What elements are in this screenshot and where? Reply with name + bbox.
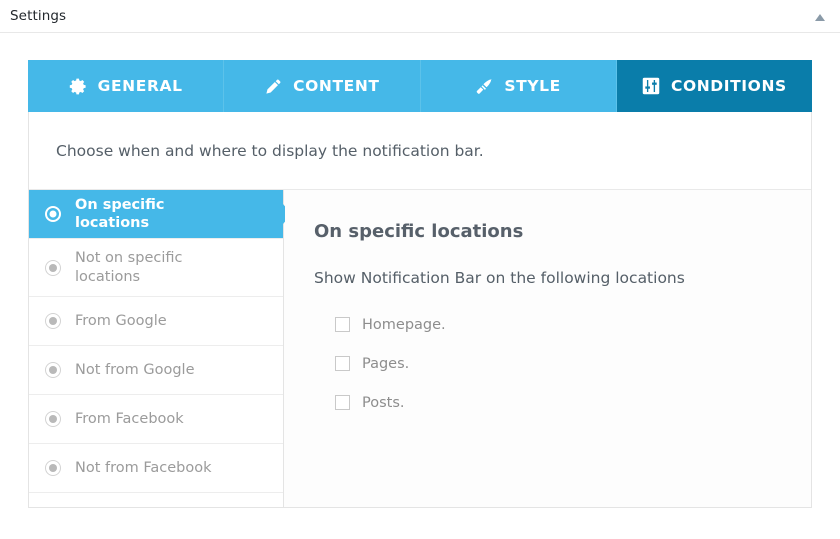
- checkbox-row-pages[interactable]: Pages.: [335, 344, 811, 383]
- triangle-up-icon[interactable]: [812, 10, 828, 24]
- tab-bar: GENERAL CONTENT STYLE CONDITIONS: [28, 60, 812, 112]
- radio-icon[interactable]: [45, 362, 61, 378]
- option-not-from-google[interactable]: Not from Google: [29, 346, 283, 395]
- checkbox-row-posts[interactable]: Posts.: [335, 383, 811, 422]
- option-label: Not from Facebook: [75, 459, 212, 476]
- tab-style[interactable]: STYLE: [420, 60, 617, 112]
- conditions-body: On specific locations Not on specific lo…: [29, 190, 811, 507]
- checkbox-label: Posts.: [362, 394, 405, 411]
- detail-subtitle: Show Notification Bar on the following l…: [314, 269, 685, 287]
- option-not-on-specific-locations[interactable]: Not on specific locations: [29, 239, 283, 297]
- tab-label: STYLE: [504, 77, 561, 95]
- tab-conditions[interactable]: CONDITIONS: [616, 60, 812, 112]
- condition-detail-panel: On specific locations Show Notification …: [285, 190, 811, 507]
- checkbox-icon[interactable]: [335, 395, 350, 410]
- tab-label: GENERAL: [97, 77, 183, 95]
- checkbox-icon[interactable]: [335, 317, 350, 332]
- radio-icon[interactable]: [45, 460, 61, 476]
- condition-option-list: On specific locations Not on specific lo…: [29, 190, 292, 507]
- option-label: From Google: [75, 312, 167, 329]
- radio-icon[interactable]: [45, 259, 61, 276]
- radio-icon[interactable]: [45, 411, 61, 427]
- option-label: On specific locations: [75, 196, 165, 231]
- tab-content[interactable]: CONTENT: [224, 60, 421, 112]
- gear-icon: [69, 77, 88, 96]
- location-checkbox-list: Homepage. Pages. Posts.: [335, 305, 811, 422]
- option-not-from-facebook[interactable]: Not from Facebook: [29, 444, 283, 493]
- option-label: Not from Google: [75, 361, 195, 378]
- detail-title: On specific locations: [314, 221, 524, 242]
- tab-label: CONTENT: [293, 77, 380, 95]
- tab-label: CONDITIONS: [670, 77, 787, 95]
- checkbox-row-homepage[interactable]: Homepage.: [335, 305, 811, 344]
- page-title: Settings: [10, 8, 67, 24]
- option-label: From Facebook: [75, 410, 184, 427]
- description-row: Choose when and where to display the not…: [29, 112, 811, 190]
- checkbox-label: Pages.: [362, 355, 410, 372]
- description-text: Choose when and where to display the not…: [56, 141, 484, 160]
- sliders-icon: [642, 77, 661, 96]
- radio-icon[interactable]: [45, 206, 61, 222]
- checkbox-icon[interactable]: [335, 356, 350, 371]
- pencil-icon: [264, 77, 283, 96]
- radio-icon[interactable]: [45, 313, 61, 329]
- paintbrush-icon: [475, 77, 494, 96]
- tab-general[interactable]: GENERAL: [28, 60, 225, 112]
- option-on-specific-locations[interactable]: On specific locations: [29, 190, 292, 239]
- option-label: Not on specific locations: [75, 250, 183, 285]
- window-titlebar: Settings: [0, 0, 840, 33]
- option-from-facebook[interactable]: From Facebook: [29, 395, 283, 444]
- checkbox-label: Homepage.: [362, 316, 446, 333]
- option-from-google[interactable]: From Google: [29, 297, 283, 346]
